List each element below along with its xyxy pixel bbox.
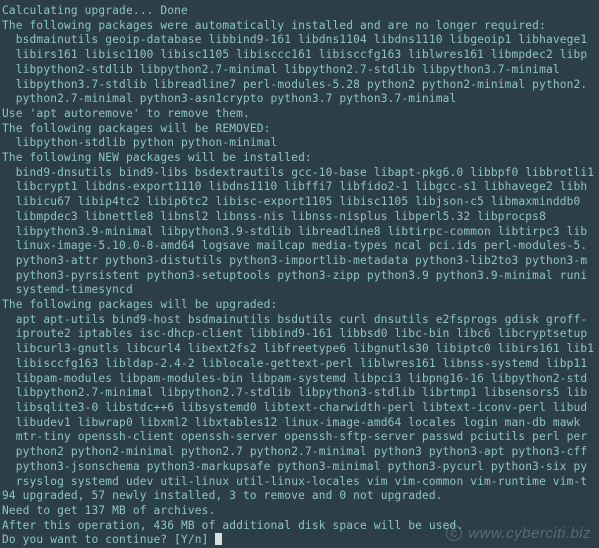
terminal-output: Calculating upgrade... Done The followin… (0, 0, 599, 548)
cursor (215, 533, 222, 545)
prompt-text: Do you want to continue? [Y/n] (2, 533, 215, 546)
prompt-line[interactable]: Do you want to continue? [Y/n] (2, 533, 222, 546)
